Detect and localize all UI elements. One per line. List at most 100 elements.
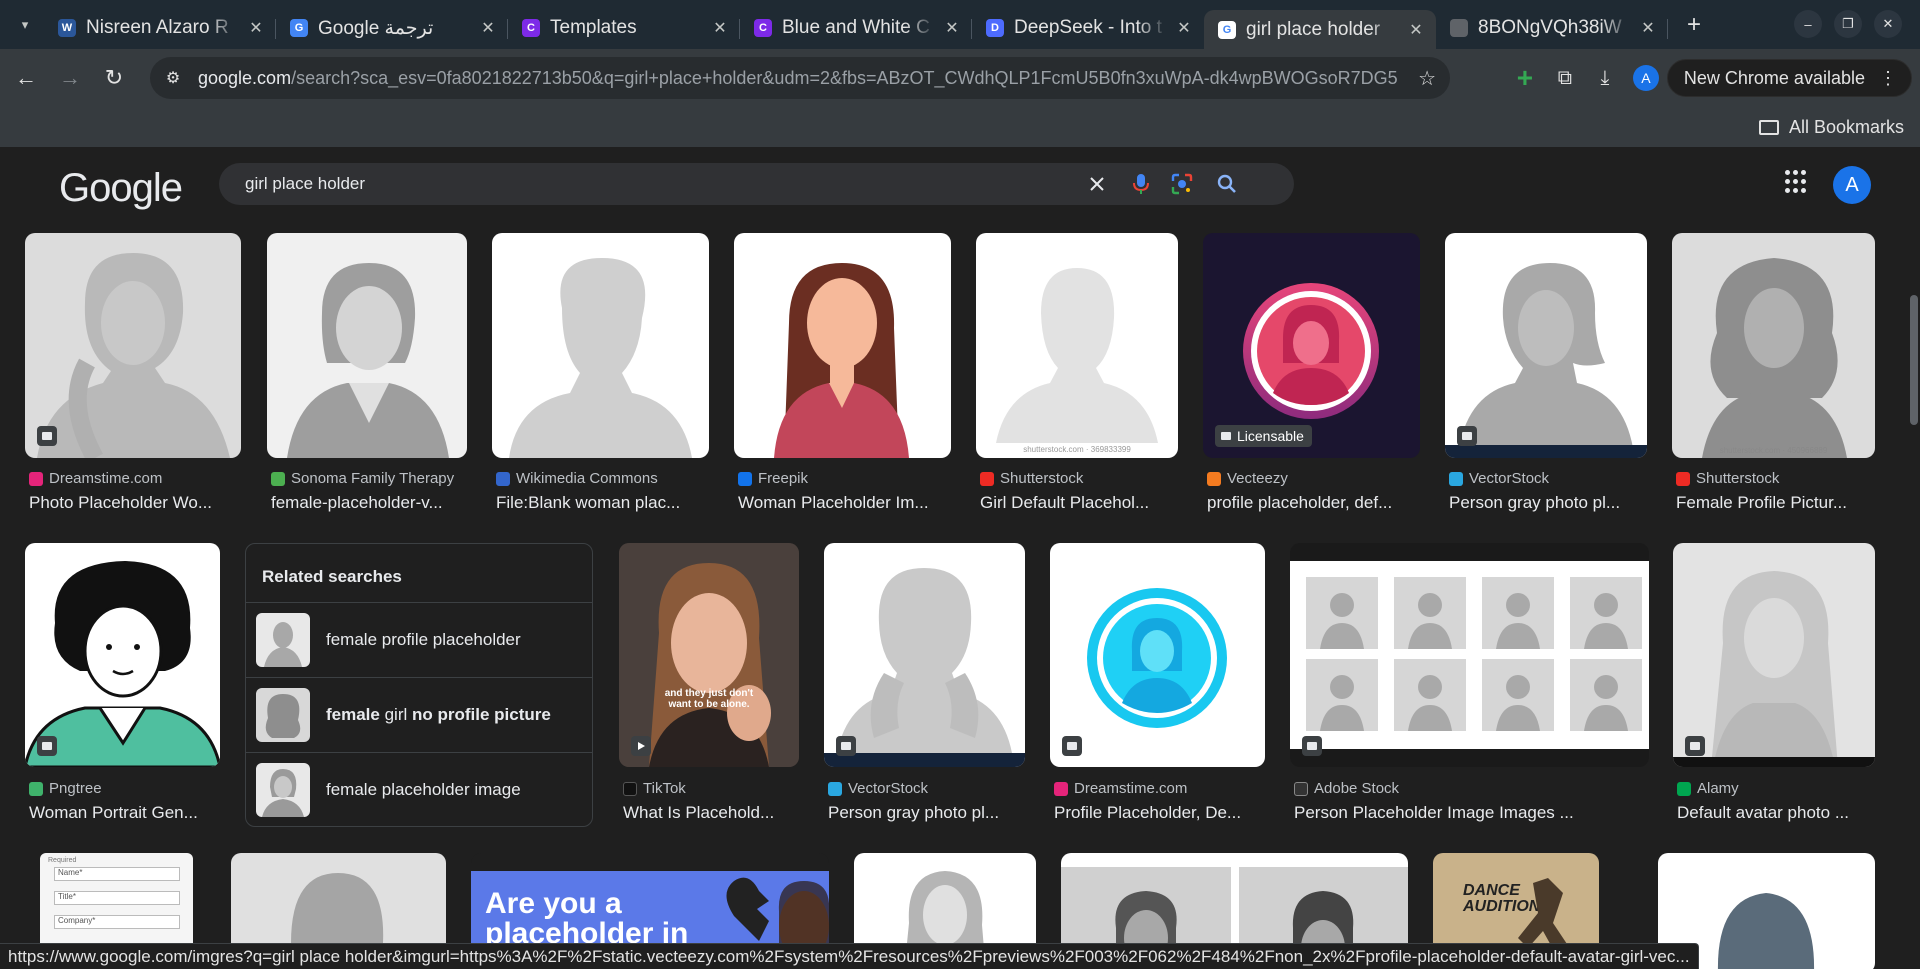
close-tab-icon[interactable]: ✕ [1174,18,1194,38]
result-title[interactable]: File:Blank woman plac... [496,493,709,513]
result-source[interactable]: Wikimedia Commons [496,470,658,487]
search-query[interactable]: girl place holder [245,174,365,194]
back-button[interactable]: ← [8,60,44,96]
result-source[interactable]: Freepik [738,470,808,487]
result-title[interactable]: female-placeholder-v... [271,493,467,513]
source-favicon [496,471,510,486]
result-thumbnail[interactable] [25,233,241,458]
result-title[interactable]: Person gray photo pl... [828,803,1025,823]
close-window-button[interactable]: ✕ [1874,10,1902,38]
result-title[interactable]: Profile Placeholder, De... [1054,803,1265,823]
close-tab-icon[interactable]: ✕ [1406,20,1426,40]
url-path: /search?sca_esv=0fa8021822713b50&q=girl+… [291,67,1398,88]
browser-tab[interactable]: 8BONgVQh38iW ✕ [1436,10,1668,46]
voice-search-icon[interactable] [1129,172,1153,196]
address-bar[interactable]: ⚙ google.com/search?sca_esv=0fa802182271… [150,57,1450,99]
result-title[interactable]: Woman Portrait Gen... [29,803,220,823]
result-thumbnail[interactable]: shutterstock.com · 450966889 [1672,233,1875,458]
video-caption: and they just don't want to be alone. [664,688,754,710]
related-search-item[interactable]: female placeholder image [246,752,592,827]
result-thumbnail[interactable] [25,543,220,767]
close-tab-icon[interactable]: ✕ [942,18,962,38]
browser-tab[interactable]: C Templates ✕ [508,10,740,46]
result-source[interactable]: Pngtree [29,780,102,797]
result-title[interactable]: Person gray photo pl... [1449,493,1647,513]
extensions-puzzle-icon[interactable]: ⧉ [1545,58,1585,98]
browser-tab[interactable]: C Blue and White C ✕ [740,10,972,46]
result-source[interactable]: Vecteezy [1207,470,1288,487]
browser-tab[interactable]: G Google ترجمة ✕ [276,10,508,46]
result-thumbnail[interactable] [1673,543,1875,767]
close-tab-icon[interactable]: ✕ [478,18,498,38]
new-tab-button[interactable]: + [1678,9,1710,41]
result-source[interactable]: Shutterstock [1676,470,1779,487]
google-apps-icon[interactable] [1785,170,1809,194]
tab-title: 8BONgVQh38iW [1478,17,1622,38]
page-scrollbar[interactable] [1906,150,1920,969]
bookmark-star-icon[interactable]: ☆ [1418,66,1436,91]
source-label: Pngtree [49,780,102,797]
form-field: Company* [54,915,180,929]
browser-tab[interactable]: Ggirl place holder ✕ [1204,10,1436,49]
result-thumbnail[interactable]: shutterstock.com · 369833399 [976,233,1178,458]
restore-button[interactable]: ❐ [1834,10,1862,38]
result-source[interactable]: Dreamstime.com [1054,780,1187,797]
result-title[interactable]: What Is Placehold... [623,803,799,823]
scrollbar-thumb[interactable] [1910,295,1918,425]
result-thumbnail[interactable] [1290,543,1649,767]
kebab-menu-icon[interactable]: ⋮ [1879,68,1897,89]
result-source[interactable]: Sonoma Family Therapy [271,470,454,487]
result-source[interactable]: Dreamstime.com [29,470,162,487]
search-box[interactable]: girl place holder [219,163,1294,205]
image-badge-icon [1062,736,1082,756]
related-search-item[interactable]: female girl no profile picture [246,677,592,752]
image-badge-icon [836,736,856,756]
chrome-update-button[interactable]: New Chrome available ⋮ [1666,59,1912,97]
result-thumbnail[interactable] [734,233,951,458]
result-thumbnail[interactable] [824,543,1025,767]
result-title[interactable]: Female Profile Pictur... [1676,493,1875,513]
result-source[interactable]: Shutterstock [980,470,1083,487]
result-title[interactable]: profile placeholder, def... [1207,493,1420,513]
result-thumbnail[interactable] [492,233,709,458]
close-tab-icon[interactable]: ✕ [1638,18,1658,38]
result-thumbnail[interactable] [1445,233,1647,458]
close-tab-icon[interactable]: ✕ [246,18,266,38]
browser-tab[interactable]: W Nisreen Alzaro R ✕ [44,10,276,46]
url-text[interactable]: google.com/search?sca_esv=0fa8021822713b… [198,68,1398,89]
search-icon[interactable] [1215,172,1239,196]
result-title[interactable]: Photo Placeholder Wo... [29,493,241,513]
result-title[interactable]: Default avatar photo ... [1677,803,1875,823]
result-source[interactable]: Adobe Stock [1294,780,1399,797]
result-title[interactable]: Woman Placeholder Im... [738,493,951,513]
deepseek-icon: D [986,19,1004,37]
result-title[interactable]: Girl Default Placehol... [980,493,1178,513]
result-thumbnail[interactable]: and they just don't want to be alone. [619,543,799,767]
result-source[interactable]: VectorStock [828,780,928,797]
result-source[interactable]: VectorStock [1449,470,1549,487]
extension-plus-icon[interactable]: + [1505,58,1545,98]
downloads-icon[interactable]: ⤓ [1585,58,1625,98]
lens-search-icon[interactable] [1170,172,1194,196]
reload-button[interactable]: ↻ [96,60,132,96]
profile-avatar[interactable]: A [1632,65,1659,91]
result-thumbnail[interactable] [267,233,467,458]
source-label: Freepik [758,470,809,487]
tab-search-button[interactable]: ▾ [12,12,38,38]
clear-search-icon[interactable] [1085,172,1109,196]
forward-button[interactable]: → [52,60,88,96]
word-icon: W [58,19,76,37]
minimize-button[interactable]: – [1794,10,1822,38]
result-title[interactable]: Person Placeholder Image Images ... [1294,803,1649,823]
account-avatar[interactable]: A [1833,166,1871,204]
result-thumbnail[interactable] [1050,543,1265,767]
browser-tab[interactable]: D DeepSeek - Into t ✕ [972,10,1204,46]
result-source[interactable]: Alamy [1677,780,1739,797]
close-tab-icon[interactable]: ✕ [710,18,730,38]
google-logo[interactable]: Google [59,166,183,211]
related-search-item[interactable]: female profile placeholder [246,602,592,677]
site-settings-icon[interactable]: ⚙ [162,67,184,89]
bookmarks-bar: All Bookmarks [0,107,1920,147]
result-source[interactable]: TikTok [623,780,686,797]
all-bookmarks-button[interactable]: All Bookmarks [1758,113,1904,141]
